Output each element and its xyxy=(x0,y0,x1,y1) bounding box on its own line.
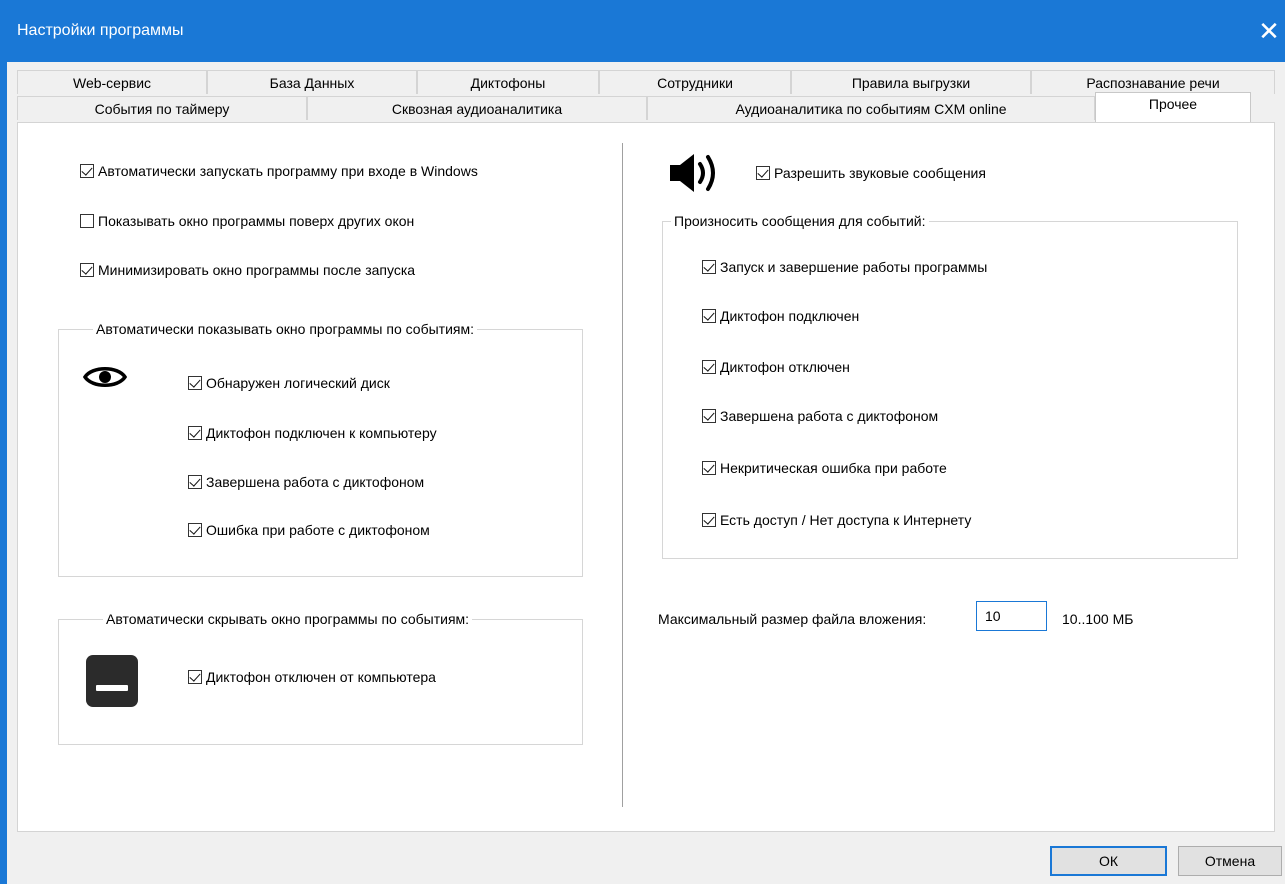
minimize-label: Минимизировать окно программы после запу… xyxy=(98,262,416,278)
allow-sound-label: Разрешить звуковые сообщения xyxy=(774,165,986,181)
tab-employees[interactable]: Сотрудники xyxy=(599,70,791,94)
hide-window-group-title: Автоматически скрывать окно программы по… xyxy=(103,611,473,627)
ok-button[interactable]: ОК xyxy=(1050,846,1167,876)
minimize-window-icon xyxy=(86,655,138,707)
on-top-label: Показывать окно программы поверх других … xyxy=(98,213,415,229)
tab-timer-events[interactable]: События по таймеру xyxy=(17,96,307,120)
event-recorder-connected-label: Диктофон подключен к компьютеру xyxy=(206,425,437,441)
checkbox-box[interactable] xyxy=(702,360,716,374)
event-disk-found-checkbox[interactable]: Обнаружен логический диск xyxy=(188,375,390,391)
title-bar: Настройки программы ✕ xyxy=(0,0,1285,62)
event-recorder-done-label: Завершена работа с диктофоном xyxy=(206,474,425,490)
speak-recorder-connected-checkbox[interactable]: Диктофон подключен xyxy=(702,308,859,324)
cancel-button[interactable]: Отмена xyxy=(1178,846,1282,876)
speak-internet-access-label: Есть доступ / Нет доступа к Интернету xyxy=(720,512,972,528)
tab-export-rules[interactable]: Правила выгрузки xyxy=(791,70,1031,94)
checkbox-box[interactable] xyxy=(188,523,202,537)
speak-recorder-done-label: Завершена работа с диктофоном xyxy=(720,408,939,424)
show-window-group: Автоматически показывать окно программы … xyxy=(58,321,583,577)
autostart-label: Автоматически запускать программу при вх… xyxy=(98,163,478,179)
tab-cxm-analytics[interactable]: Аудиоаналитика по событиям CXM online xyxy=(647,96,1095,120)
checkbox-box[interactable] xyxy=(188,376,202,390)
checkbox-box[interactable] xyxy=(80,164,94,178)
checkbox-box[interactable] xyxy=(702,409,716,423)
on-top-checkbox[interactable]: Показывать окно программы поверх других … xyxy=(80,213,414,229)
checkbox-box[interactable] xyxy=(702,309,716,323)
checkbox-box[interactable] xyxy=(756,166,770,180)
close-icon[interactable]: ✕ xyxy=(1253,14,1285,48)
event-recorder-error-checkbox[interactable]: Ошибка при работе с диктофоном xyxy=(188,522,430,538)
tab-database[interactable]: База Данных xyxy=(207,70,417,94)
checkbox-box[interactable] xyxy=(702,260,716,274)
window-title: Настройки программы xyxy=(17,22,184,39)
event-recorder-disconnected-label: Диктофон отключен от компьютера xyxy=(206,669,436,685)
autostart-checkbox[interactable]: Автоматически запускать программу при вх… xyxy=(80,163,478,179)
event-recorder-done-checkbox[interactable]: Завершена работа с диктофоном xyxy=(188,474,424,490)
tab-other[interactable]: Прочее xyxy=(1095,92,1251,122)
allow-sound-checkbox[interactable]: Разрешить звуковые сообщения xyxy=(756,165,986,181)
speak-noncritical-error-checkbox[interactable]: Некритическая ошибка при работе xyxy=(702,460,947,476)
speak-recorder-done-checkbox[interactable]: Завершена работа с диктофоном xyxy=(702,408,938,424)
checkbox-box[interactable] xyxy=(80,263,94,277)
event-recorder-connected-checkbox[interactable]: Диктофон подключен к компьютеру xyxy=(188,425,437,441)
tab-web-service[interactable]: Web-сервис xyxy=(17,70,207,94)
event-recorder-disconnected-checkbox[interactable]: Диктофон отключен от компьютера xyxy=(188,669,436,685)
tab-recorders[interactable]: Диктофоны xyxy=(417,70,599,94)
checkbox-box[interactable] xyxy=(188,670,202,684)
eye-icon xyxy=(83,367,127,387)
show-window-group-title: Автоматически показывать окно программы … xyxy=(93,321,477,337)
window-frame-left xyxy=(0,62,7,884)
checkbox-box[interactable] xyxy=(188,426,202,440)
attachment-size-range: 10..100 МБ xyxy=(1062,611,1134,627)
tab-speech-recognition[interactable]: Распознавание речи xyxy=(1031,70,1275,94)
minimize-checkbox[interactable]: Минимизировать окно программы после запу… xyxy=(80,262,415,278)
speak-recorder-disconnected-label: Диктофон отключен xyxy=(720,359,850,375)
tab-end-to-end-analytics[interactable]: Сквозная аудиоаналитика xyxy=(307,96,647,120)
checkbox-box[interactable] xyxy=(702,461,716,475)
speaker-icon xyxy=(670,154,715,192)
checkbox-box[interactable] xyxy=(188,475,202,489)
checkbox-box[interactable] xyxy=(702,513,716,527)
speak-app-start-checkbox[interactable]: Запуск и завершение работы программы xyxy=(702,259,987,275)
vertical-divider xyxy=(622,143,623,807)
event-recorder-error-label: Ошибка при работе с диктофоном xyxy=(206,522,430,538)
speak-recorder-disconnected-checkbox[interactable]: Диктофон отключен xyxy=(702,359,850,375)
speak-internet-access-checkbox[interactable]: Есть доступ / Нет доступа к Интернету xyxy=(702,512,971,528)
speak-events-group-title: Произносить сообщения для событий: xyxy=(671,213,929,229)
speak-recorder-connected-label: Диктофон подключен xyxy=(720,308,860,324)
speak-noncritical-error-label: Некритическая ошибка при работе xyxy=(720,460,947,476)
settings-panel: Автоматически запускать программу при вх… xyxy=(17,122,1275,832)
checkbox-box[interactable] xyxy=(80,214,94,228)
max-attachment-size-label: Максимальный размер файла вложения: xyxy=(658,611,927,627)
speak-app-start-label: Запуск и завершение работы программы xyxy=(720,259,988,275)
tab-strip: Web-сервис База Данных Диктофоны Сотрудн… xyxy=(17,70,1275,122)
event-disk-found-label: Обнаружен логический диск xyxy=(206,375,390,391)
max-attachment-size-input[interactable] xyxy=(976,601,1047,631)
